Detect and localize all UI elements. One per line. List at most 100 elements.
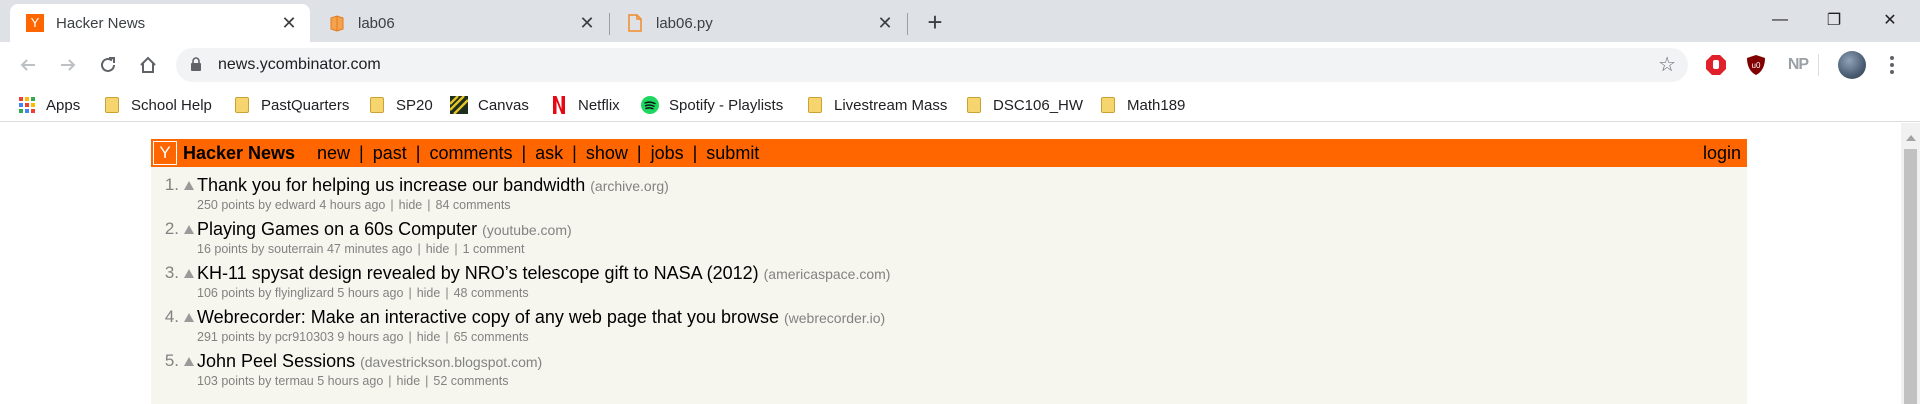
folder-icon — [1099, 96, 1117, 114]
bookmark-apps[interactable]: Apps — [18, 94, 80, 116]
upvote-arrow-icon[interactable] — [184, 357, 194, 366]
hn-nav: new | past | comments | ask | show | jobs | submit — [317, 143, 759, 164]
tab-title: lab06.py — [656, 14, 713, 32]
upvote-arrow-icon[interactable] — [184, 181, 194, 190]
nav-link-comments[interactable]: comments — [429, 143, 512, 163]
bookmark-dsc106-hw[interactable]: DSC106_HW — [965, 94, 1083, 116]
subtext-separator: | — [390, 198, 394, 212]
bookmark-school-help[interactable]: School Help — [103, 94, 212, 116]
folder-icon — [368, 96, 386, 114]
story-age-link[interactable]: 47 minutes ago — [327, 242, 412, 256]
home-button[interactable] — [134, 51, 162, 79]
story-user-link[interactable]: termau — [275, 374, 314, 388]
upvote-arrow-icon[interactable] — [184, 225, 194, 234]
nav-link-new[interactable]: new — [317, 143, 350, 163]
story-user-link[interactable]: flyinglizard — [275, 286, 334, 300]
story-site-link[interactable]: (americaspace.com) — [764, 266, 891, 282]
tab-lab06[interactable]: lab06 ✕ — [312, 4, 608, 42]
story-comments-link[interactable]: 48 comments — [454, 286, 529, 300]
browser-menu-button[interactable] — [1882, 53, 1902, 77]
bookmark-label: Netflix — [578, 96, 620, 114]
story-rank: 5. — [164, 351, 179, 370]
bookmark-pastquarters[interactable]: PastQuarters — [233, 94, 349, 116]
upvote-arrow-icon[interactable] — [184, 313, 194, 322]
tab-close-icon[interactable]: ✕ — [576, 12, 598, 34]
story-comments-link[interactable]: 65 comments — [454, 330, 529, 344]
nav-link-show[interactable]: show — [586, 143, 628, 163]
page-scrollbar[interactable] — [1901, 123, 1920, 404]
story-user-link[interactable]: pcr910303 — [275, 330, 334, 344]
arrow-left-icon — [20, 59, 35, 71]
tab-hacker-news[interactable]: Y Hacker News ✕ — [10, 4, 310, 42]
story-subtext: 16 points by souterrain 47 minutes ago | h… — [197, 242, 524, 256]
tab-lab06-py[interactable]: lab06.py ✕ — [610, 4, 906, 42]
tab-title: lab06 — [358, 14, 395, 32]
story-points: 106 points — [197, 286, 255, 300]
story-age-link[interactable]: 5 hours ago — [317, 374, 383, 388]
nav-link-submit[interactable]: submit — [706, 143, 759, 163]
bookmark-canvas[interactable]: Canvas — [450, 94, 529, 116]
bookmark-math189[interactable]: Math189 — [1099, 94, 1185, 116]
nav-separator: | — [636, 143, 642, 163]
bookmarks-bar: Apps School Help PastQuarters SP20 Canva… — [0, 88, 1920, 122]
hn-site-name[interactable]: Hacker News — [183, 143, 295, 164]
file-icon — [626, 14, 644, 32]
story-age-link[interactable]: 9 hours ago — [337, 330, 403, 344]
story-title-link[interactable]: John Peel Sessions — [197, 351, 355, 371]
story-comments-link[interactable]: 52 comments — [433, 374, 508, 388]
story-title-link[interactable]: KH-11 spysat design revealed by NRO’s te… — [197, 263, 759, 283]
story-comments-link[interactable]: 84 comments — [436, 198, 511, 212]
reload-button[interactable] — [94, 51, 122, 79]
profile-avatar[interactable] — [1838, 51, 1866, 79]
maximize-button[interactable]: ❐ — [1806, 0, 1862, 40]
bookmark-label: Spotify - Playlists — [669, 96, 784, 114]
bookmark-spotify-playlists[interactable]: Spotify - Playlists — [641, 94, 783, 116]
minimize-button[interactable]: — — [1752, 0, 1808, 40]
story-hide-link[interactable]: hide — [417, 286, 441, 300]
story-hide-link[interactable]: hide — [426, 242, 450, 256]
hacker-news-favicon-icon: Y — [26, 14, 44, 32]
forward-button[interactable] — [54, 51, 82, 79]
story-title-link[interactable]: Thank you for helping us increase our ba… — [197, 175, 585, 195]
login-link[interactable]: login — [1703, 143, 1741, 164]
story-hide-link[interactable]: hide — [399, 198, 423, 212]
story-title-link[interactable]: Playing Games on a 60s Computer — [197, 219, 477, 239]
subtext-separator: | — [425, 374, 429, 388]
story-row: 5. John Peel Sessions (davestrickson.blog… — [151, 351, 1747, 395]
apps-grid-icon — [18, 96, 36, 114]
bookmark-sp20[interactable]: SP20 — [368, 94, 433, 116]
story-user-link[interactable]: souterrain — [268, 242, 324, 256]
story-title-link[interactable]: Webrecorder: Make an interactive copy of… — [197, 307, 779, 327]
bookmark-star-icon[interactable]: ☆ — [1658, 55, 1676, 75]
story-age-link[interactable]: 4 hours ago — [319, 198, 385, 212]
bookmark-livestream-mass[interactable]: Livestream Mass — [806, 94, 947, 116]
close-window-button[interactable]: ✕ — [1862, 0, 1918, 40]
story-site-link[interactable]: (archive.org) — [590, 178, 669, 194]
story-hide-link[interactable]: hide — [417, 330, 441, 344]
scrollbar-thumb[interactable] — [1904, 149, 1917, 404]
nav-link-ask[interactable]: ask — [535, 143, 563, 163]
address-bar[interactable]: news.ycombinator.com ☆ — [176, 48, 1688, 82]
story-site-link[interactable]: (youtube.com) — [482, 222, 571, 238]
tab-close-icon[interactable]: ✕ — [278, 12, 300, 34]
story-user-link[interactable]: edward — [275, 198, 316, 212]
story-site-link[interactable]: (davestrickson.blogspot.com) — [360, 354, 542, 370]
new-tab-button[interactable]: + — [922, 9, 948, 36]
hn-main-table: Y Hacker News new | past | comments | ask | show… — [151, 139, 1747, 404]
np-extension-icon[interactable]: NP — [1784, 53, 1812, 77]
ublock-origin-extension-icon[interactable]: u0 — [1744, 53, 1768, 77]
story-site-link[interactable]: (webrecorder.io) — [784, 310, 885, 326]
story-hide-link[interactable]: hide — [397, 374, 421, 388]
hn-logo[interactable]: Y — [153, 141, 177, 165]
nav-link-jobs[interactable]: jobs — [651, 143, 684, 163]
story-comments-link[interactable]: 1 comment — [463, 242, 525, 256]
bookmark-netflix[interactable]: Netflix — [550, 94, 620, 116]
back-button[interactable] — [14, 51, 42, 79]
story-age-link[interactable]: 5 hours ago — [337, 286, 403, 300]
tab-close-icon[interactable]: ✕ — [874, 12, 896, 34]
nav-link-past[interactable]: past — [373, 143, 407, 163]
upvote-arrow-icon[interactable] — [184, 269, 194, 278]
adblock-extension-icon[interactable] — [1704, 53, 1728, 77]
subtext-separator: | — [408, 286, 412, 300]
scroll-up-arrow-icon[interactable] — [1906, 135, 1916, 141]
